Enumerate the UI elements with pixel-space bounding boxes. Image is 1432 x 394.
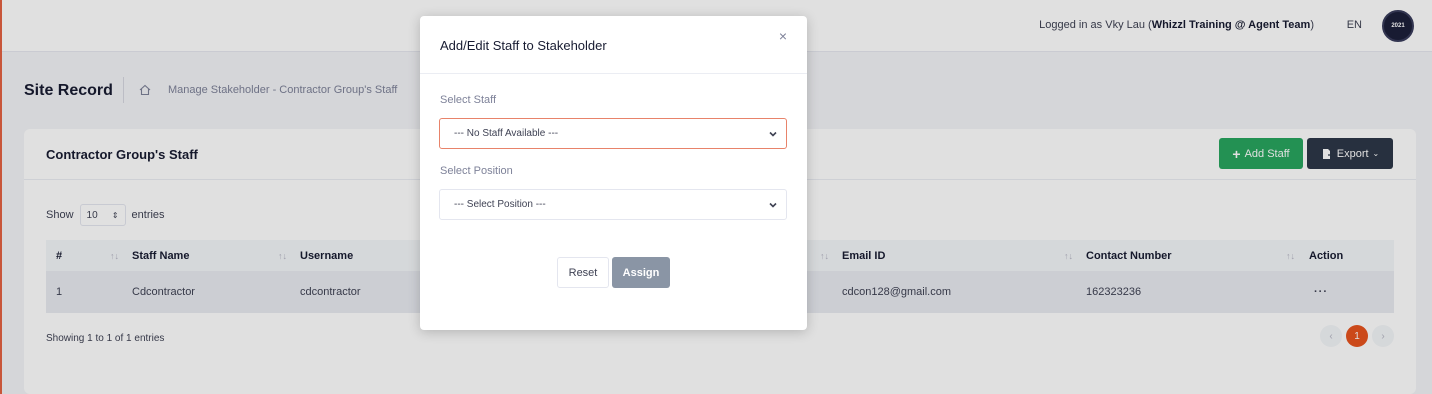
modal-title: Add/Edit Staff to Stakeholder [440,38,607,53]
select-staff-value: --- No Staff Available --- [454,128,559,139]
select-position-value: --- Select Position --- [454,199,546,210]
chevron-down-icon [769,131,777,137]
select-staff-label: Select Staff [440,94,497,106]
select-staff-dropdown[interactable]: --- No Staff Available --- [439,118,787,149]
chevron-down-icon [769,202,777,208]
close-icon[interactable]: × [779,28,787,44]
modal-divider [420,73,807,74]
select-position-label: Select Position [440,165,513,177]
add-edit-staff-modal: Add/Edit Staff to Stakeholder × Select S… [420,16,807,330]
select-position-dropdown[interactable]: --- Select Position --- [439,189,787,220]
reset-button[interactable]: Reset [557,257,609,288]
assign-button[interactable]: Assign [612,257,670,288]
